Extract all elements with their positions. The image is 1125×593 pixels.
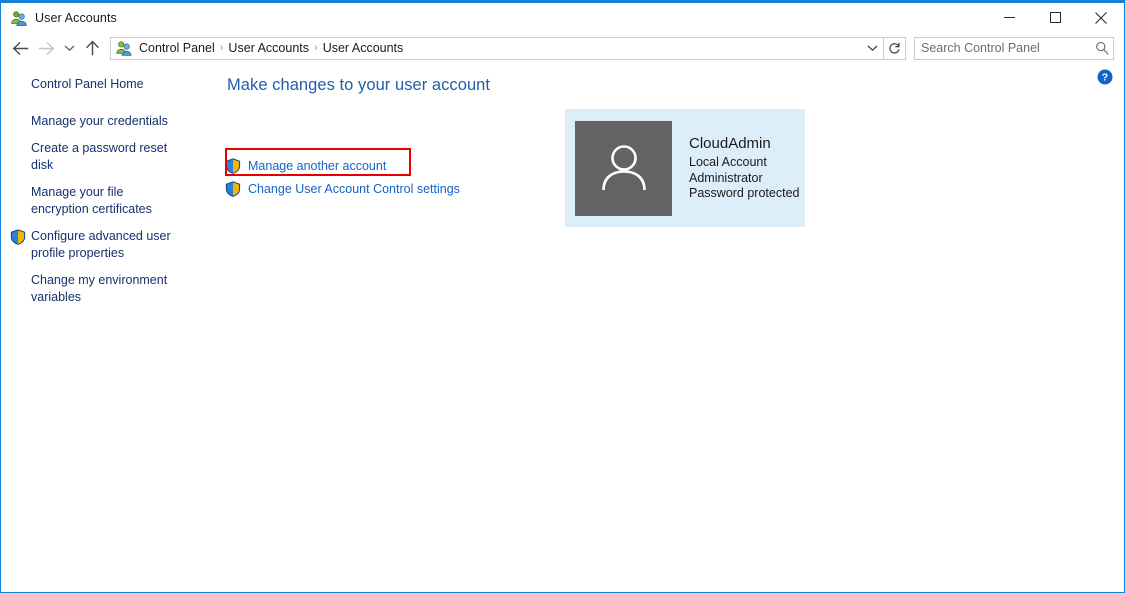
address-toolbar: Control Panel › User Accounts › User Acc… — [1, 32, 1124, 64]
refresh-icon[interactable] — [883, 37, 905, 59]
back-button[interactable] — [7, 35, 33, 61]
breadcrumb-item-2[interactable]: User Accounts — [318, 41, 409, 55]
change-uac-settings-link[interactable]: Change User Account Control settings — [225, 179, 460, 199]
search-box[interactable] — [914, 36, 1114, 60]
window-controls — [986, 3, 1124, 32]
sidebar-item-label: Manage your credentials — [31, 113, 168, 128]
content-area: ? Control Panel Home Manage your credent… — [1, 64, 1124, 592]
sidebar-item-password-reset-disk[interactable]: Create a password reset disk — [1, 140, 191, 173]
account-password-status: Password protected — [689, 186, 800, 201]
uac-shield-icon — [225, 158, 241, 174]
uac-shield-icon — [10, 229, 26, 245]
breadcrumb-item-0[interactable]: Control Panel — [134, 41, 220, 55]
main-panel: Make changes to your user account Manage… — [211, 64, 1124, 592]
account-type: Local Account — [689, 155, 767, 170]
sidebar-item-label: Manage your file encryption certificates — [31, 185, 152, 216]
user-accounts-window: User Accounts Control Panel › User Accou… — [0, 0, 1125, 593]
close-button[interactable] — [1078, 3, 1124, 32]
account-role: Administrator — [689, 170, 763, 185]
sidebar-item-manage-credentials[interactable]: Manage your credentials — [1, 113, 191, 130]
maximize-button[interactable] — [1032, 3, 1078, 32]
uac-shield-icon — [225, 181, 241, 197]
breadcrumb-user-accounts-icon — [116, 40, 132, 56]
forward-button — [33, 35, 59, 61]
sidebar: Control Panel Home Manage your credentia… — [1, 76, 206, 316]
breadcrumb[interactable]: Control Panel › User Accounts › User Acc… — [110, 36, 906, 60]
sidebar-item-label: Create a password reset disk — [31, 141, 168, 172]
recent-locations-button[interactable] — [59, 35, 79, 61]
sidebar-item-label: Change my environment variables — [31, 273, 168, 304]
title-bar: User Accounts — [1, 3, 1124, 32]
account-summary-card: CloudAdmin Local Account Administrator P… — [565, 109, 805, 227]
task-link-label[interactable]: Manage another account — [248, 159, 386, 173]
sidebar-item-file-encryption-certificates[interactable]: Manage your file encryption certificates — [1, 184, 191, 217]
address-dropdown-icon[interactable] — [861, 38, 883, 59]
up-button[interactable] — [79, 35, 105, 61]
search-input[interactable] — [915, 41, 1091, 55]
account-details: CloudAdmin Local Account Administrator P… — [689, 134, 799, 202]
search-icon[interactable] — [1091, 41, 1113, 55]
task-link-label[interactable]: Change User Account Control settings — [248, 182, 460, 196]
sidebar-item-label: Control Panel Home — [31, 77, 144, 91]
avatar — [575, 120, 672, 216]
sidebar-item-advanced-user-profile[interactable]: Configure advanced user profile properti… — [1, 228, 191, 261]
minimize-button[interactable] — [986, 3, 1032, 32]
user-accounts-icon — [11, 10, 27, 26]
manage-another-account-link[interactable]: Manage another account — [225, 148, 411, 176]
breadcrumb-item-1[interactable]: User Accounts — [223, 41, 314, 55]
sidebar-item-label: Configure advanced user profile properti… — [31, 229, 171, 260]
task-link-list: Manage another account Change User Accou… — [225, 148, 460, 202]
sidebar-item-environment-variables[interactable]: Change my environment variables — [1, 272, 191, 305]
account-name: CloudAdmin — [689, 135, 771, 153]
page-title: Make changes to your user account — [227, 76, 491, 94]
sidebar-item-control-panel-home[interactable]: Control Panel Home — [1, 76, 191, 93]
window-title: User Accounts — [35, 10, 117, 25]
